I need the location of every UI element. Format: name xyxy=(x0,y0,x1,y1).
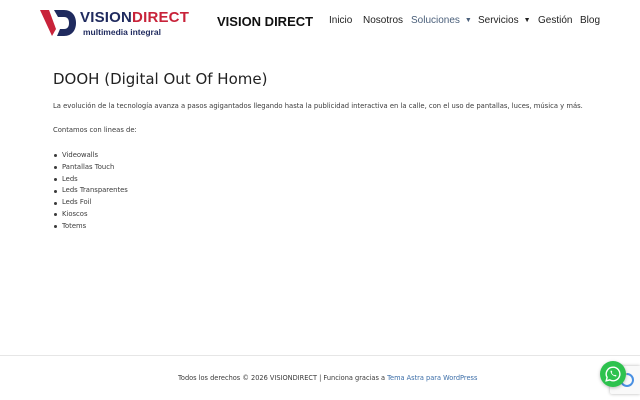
list-item: Leds Foil xyxy=(53,197,613,209)
nav-item-label: Inicio xyxy=(329,15,353,26)
list-item: Pantallas Touch xyxy=(53,162,613,174)
nav-item-label: Blog xyxy=(580,15,601,26)
list-item-label: Kioscos xyxy=(62,209,88,218)
list-item-label: Pantallas Touch xyxy=(62,162,115,171)
nav-item-label: Gestión xyxy=(538,15,573,26)
bullet-icon xyxy=(54,201,57,205)
chevron-down-icon[interactable]: ▼ xyxy=(524,17,531,24)
nav-item-label: Servicios xyxy=(478,15,519,26)
list-item-label: Leds Transparentes xyxy=(62,186,128,195)
list-item: Kioscos xyxy=(53,209,613,221)
list-item-label: Totems xyxy=(62,221,87,230)
main-content: DOOH (Digital Out Of Home) La evolución … xyxy=(53,70,613,233)
nav-item-nosotros[interactable]: Nosotros xyxy=(363,15,403,26)
page-title: DOOH (Digital Out Of Home) xyxy=(53,70,268,88)
bullet-icon xyxy=(54,225,57,229)
bullet-icon xyxy=(54,154,57,158)
product-lines-list: Videowalls Pantallas Touch Leds Leds Tra… xyxy=(53,150,613,233)
nav-item-blog[interactable]: Blog xyxy=(580,15,600,26)
list-item: Videowalls xyxy=(53,150,613,162)
list-item: Totems xyxy=(53,221,613,233)
main-nav: Inicio Nosotros Soluciones ▼ Servicios ▼ G… xyxy=(0,15,640,29)
lines-label: Contamos con lineas de: xyxy=(53,126,137,134)
nav-item-soluciones[interactable]: Soluciones ▼ xyxy=(411,15,472,26)
bullet-icon xyxy=(54,213,57,217)
nav-item-label: Nosotros xyxy=(363,15,404,26)
nav-item-label: Soluciones xyxy=(411,15,460,26)
list-item-label: Leds xyxy=(62,174,78,183)
chevron-down-icon[interactable]: ▼ xyxy=(465,17,472,24)
bullet-icon xyxy=(54,177,57,181)
list-item: Leds Transparentes xyxy=(53,185,613,197)
list-item: Leds xyxy=(53,174,613,186)
list-item-label: Videowalls xyxy=(62,151,99,159)
list-item-label: Leds Foil xyxy=(62,198,92,207)
whatsapp-chat-button[interactable] xyxy=(600,361,626,387)
whatsapp-icon xyxy=(605,366,621,382)
nav-item-servicios[interactable]: Servicios ▼ xyxy=(478,15,531,26)
bullet-icon xyxy=(54,189,57,193)
nav-item-gestion[interactable]: Gestión xyxy=(538,15,572,26)
nav-item-inicio[interactable]: Inicio xyxy=(329,15,352,26)
copyright-text: Todos los derechos © 2026 VISIONDIRECT |… xyxy=(178,374,388,382)
theme-link[interactable]: Tema Astra para WordPress xyxy=(387,374,477,382)
site-footer: Todos los derechos © 2026 VISIONDIRECT |… xyxy=(0,355,640,400)
footer-copyright: Todos los derechos © 2026 VISIONDIRECT |… xyxy=(178,374,477,382)
site-header: VISIONDIRECT multimedia integral VISION … xyxy=(0,0,640,44)
intro-paragraph: La evolución de la tecnología avanza a p… xyxy=(53,102,583,110)
bullet-icon xyxy=(54,166,57,170)
